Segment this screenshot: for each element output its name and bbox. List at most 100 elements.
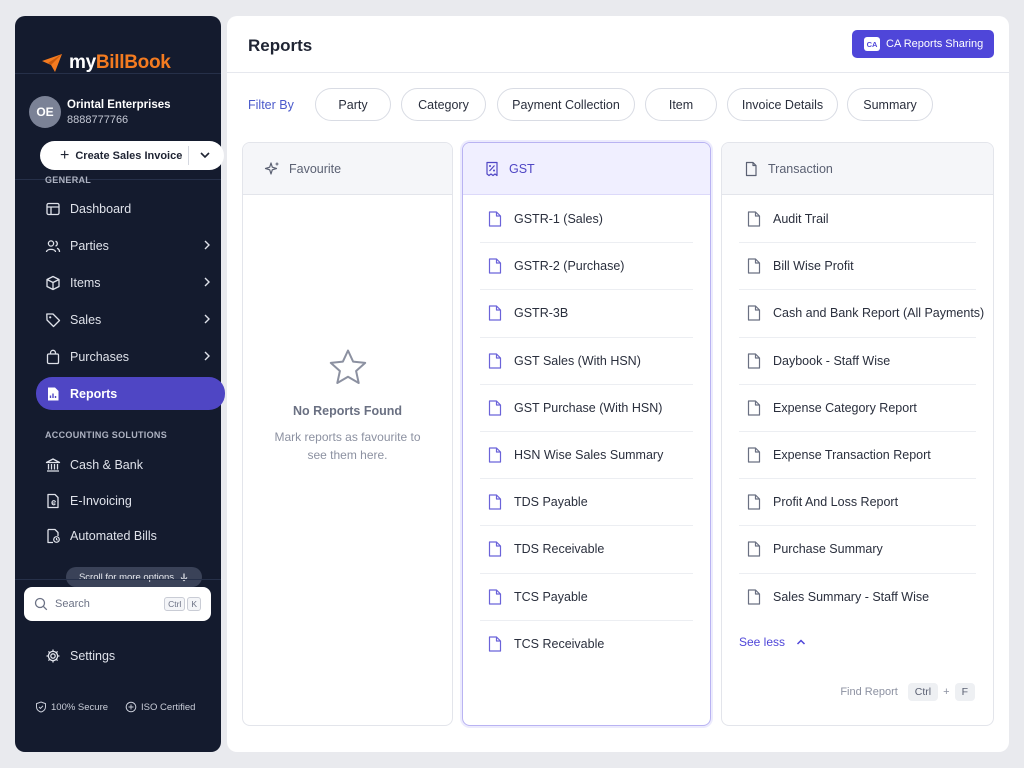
report-item-label: GST Sales (With HSN) [514,353,641,368]
chevron-up-icon [797,639,806,645]
brand-name: myBillBook [69,52,171,73]
document-icon [747,541,761,558]
report-item[interactable]: Cash and Bank Report (All Payments) [739,290,984,338]
ca-badge-icon: CA [864,37,880,51]
search-icon [34,597,48,611]
chevron-right-icon [204,277,210,287]
chevron-down-icon[interactable] [198,148,212,162]
search-input[interactable] [55,598,145,610]
document-icon [747,400,761,416]
report-item-label: GSTR-2 (Purchase) [514,259,625,274]
sidebar-item-cash-bank[interactable]: Cash & Bank [36,448,225,481]
sidebar-item-settings[interactable]: Settings [36,639,225,672]
sidebar-item-purchases[interactable]: Purchases [36,340,225,373]
report-item[interactable]: Expense Category Report [739,385,976,432]
sidebar-item-automated-bills[interactable]: Automated Bills [36,519,225,552]
report-item[interactable]: TCS Receivable [480,621,693,668]
sidebar-item-label: Items [70,275,101,290]
sidebar-item-reports[interactable]: Reports [36,377,225,410]
sidebar-item-label: Dashboard [70,201,132,216]
report-item-label: Expense Transaction Report [773,448,931,463]
report-item[interactable]: TCS Payable [480,574,693,621]
divider [15,579,221,580]
scroll-for-more-hint[interactable]: Scroll for more options [66,567,202,587]
empty-state: No Reports Found Mark reports as favouri… [243,348,452,464]
report-item[interactable]: GST Sales (With HSN) [480,338,693,385]
kbd-ctrl: Ctrl [164,597,186,611]
document-icon [488,211,502,227]
create-sales-invoice-button[interactable]: + Create Sales Invoice [40,141,224,170]
company-phone: 8888777766 [67,113,129,126]
report-item[interactable]: GSTR-2 (Purchase) [480,243,693,291]
report-item[interactable]: GSTR-1 (Sales) [480,196,693,244]
report-item[interactable]: Daybook - Staff Wise [739,338,976,385]
document-icon [488,258,502,274]
document-icon [488,353,502,369]
report-item[interactable]: Purchase Summary [739,526,976,574]
sidebar-item-items[interactable]: Items [36,266,225,299]
chevron-right-icon [204,351,210,361]
sidebar-item-e-invoicing[interactable]: E-Invoicing [36,484,225,517]
report-item[interactable]: TDS Payable [480,479,693,527]
company-switcher[interactable]: OE Orintal Enterprises 8888777766 [29,96,171,128]
sidebar-item-parties[interactable]: Parties [36,229,225,262]
divider [188,146,189,165]
filter-chip-party[interactable]: Party [315,88,391,121]
document-icon [488,541,502,558]
report-item[interactable]: Profit And Loss Report [739,479,976,527]
filter-chip-category[interactable]: Category [401,88,486,121]
gear-icon [45,648,61,664]
filter-chip-item[interactable]: Item [645,88,717,121]
filter-chip-payment-collection[interactable]: Payment Collection [497,88,635,121]
transaction-column-header[interactable]: Transaction [722,143,993,195]
sidebar-item-label: Sales [70,312,102,327]
shield-icon [36,701,46,713]
section-label-accounting: ACCOUNTING SOLUTIONS [45,430,167,440]
document-icon [488,494,502,510]
report-item[interactable]: HSN Wise Sales Summary [480,432,693,480]
sidebar-item-label: Purchases [70,349,130,364]
report-item-label: TCS Payable [514,589,588,604]
report-item[interactable]: GSTR-3B [480,290,693,338]
plus-icon: + [60,146,70,164]
search-box[interactable]: Ctrl K [24,587,211,621]
sidebar: myBillBook OE Orintal Enterprises 888877… [15,16,225,752]
brand-logo[interactable]: myBillBook [41,52,171,74]
report-item[interactable]: TDS Receivable [480,526,693,574]
report-item-label: Cash and Bank Report (All Payments) [773,306,985,321]
filter-chip-invoice-details[interactable]: Invoice Details [727,88,838,121]
dashboard-icon [45,201,61,217]
sidebar-item-dashboard[interactable]: Dashboard [36,192,225,225]
ca-reports-sharing-button[interactable]: CA CA Reports Sharing [852,30,994,58]
chevron-right-icon [204,314,210,324]
report-item-label: TDS Receivable [514,542,605,557]
favourite-column-header[interactable]: Favourite [243,143,452,195]
filter-chip-summary[interactable]: Summary [847,88,933,121]
report-item-label: TDS Payable [514,495,588,510]
report-item[interactable]: Bill Wise Profit [739,243,976,291]
search-shortcut: Ctrl K [164,597,201,611]
document-icon [488,588,502,605]
document-icon [745,161,757,176]
report-item-label: Profit And Loss Report [773,495,899,510]
see-less-link[interactable]: See less [739,635,807,649]
document-icon [747,258,761,274]
report-item[interactable]: Expense Transaction Report [739,432,976,480]
report-item[interactable]: GST Purchase (With HSN) [480,385,693,432]
gst-column: GST GSTR-1 (Sales) GSTR-2 (Purchase) GSTR-… [462,142,711,726]
report-item[interactable]: Audit Trail [739,196,976,244]
document-icon [488,305,502,322]
gst-column-header[interactable]: GST [463,143,710,195]
tag-icon [45,312,61,328]
document-icon [747,305,761,322]
favourite-column: Favourite No Reports Found Mark reports … [242,142,453,726]
report-item[interactable]: Sales Summary - Staff Wise [739,574,976,621]
kbd-ctrl: Ctrl [907,683,939,701]
sidebar-item-label: Settings [70,648,116,663]
arrow-down-icon [180,573,188,582]
favourite-column-title: Favourite [289,161,342,176]
sidebar-item-label: Cash & Bank [70,457,143,472]
avatar: OE [29,96,61,128]
report-item-label: Expense Category Report [773,400,917,415]
sidebar-item-sales[interactable]: Sales [36,303,225,336]
